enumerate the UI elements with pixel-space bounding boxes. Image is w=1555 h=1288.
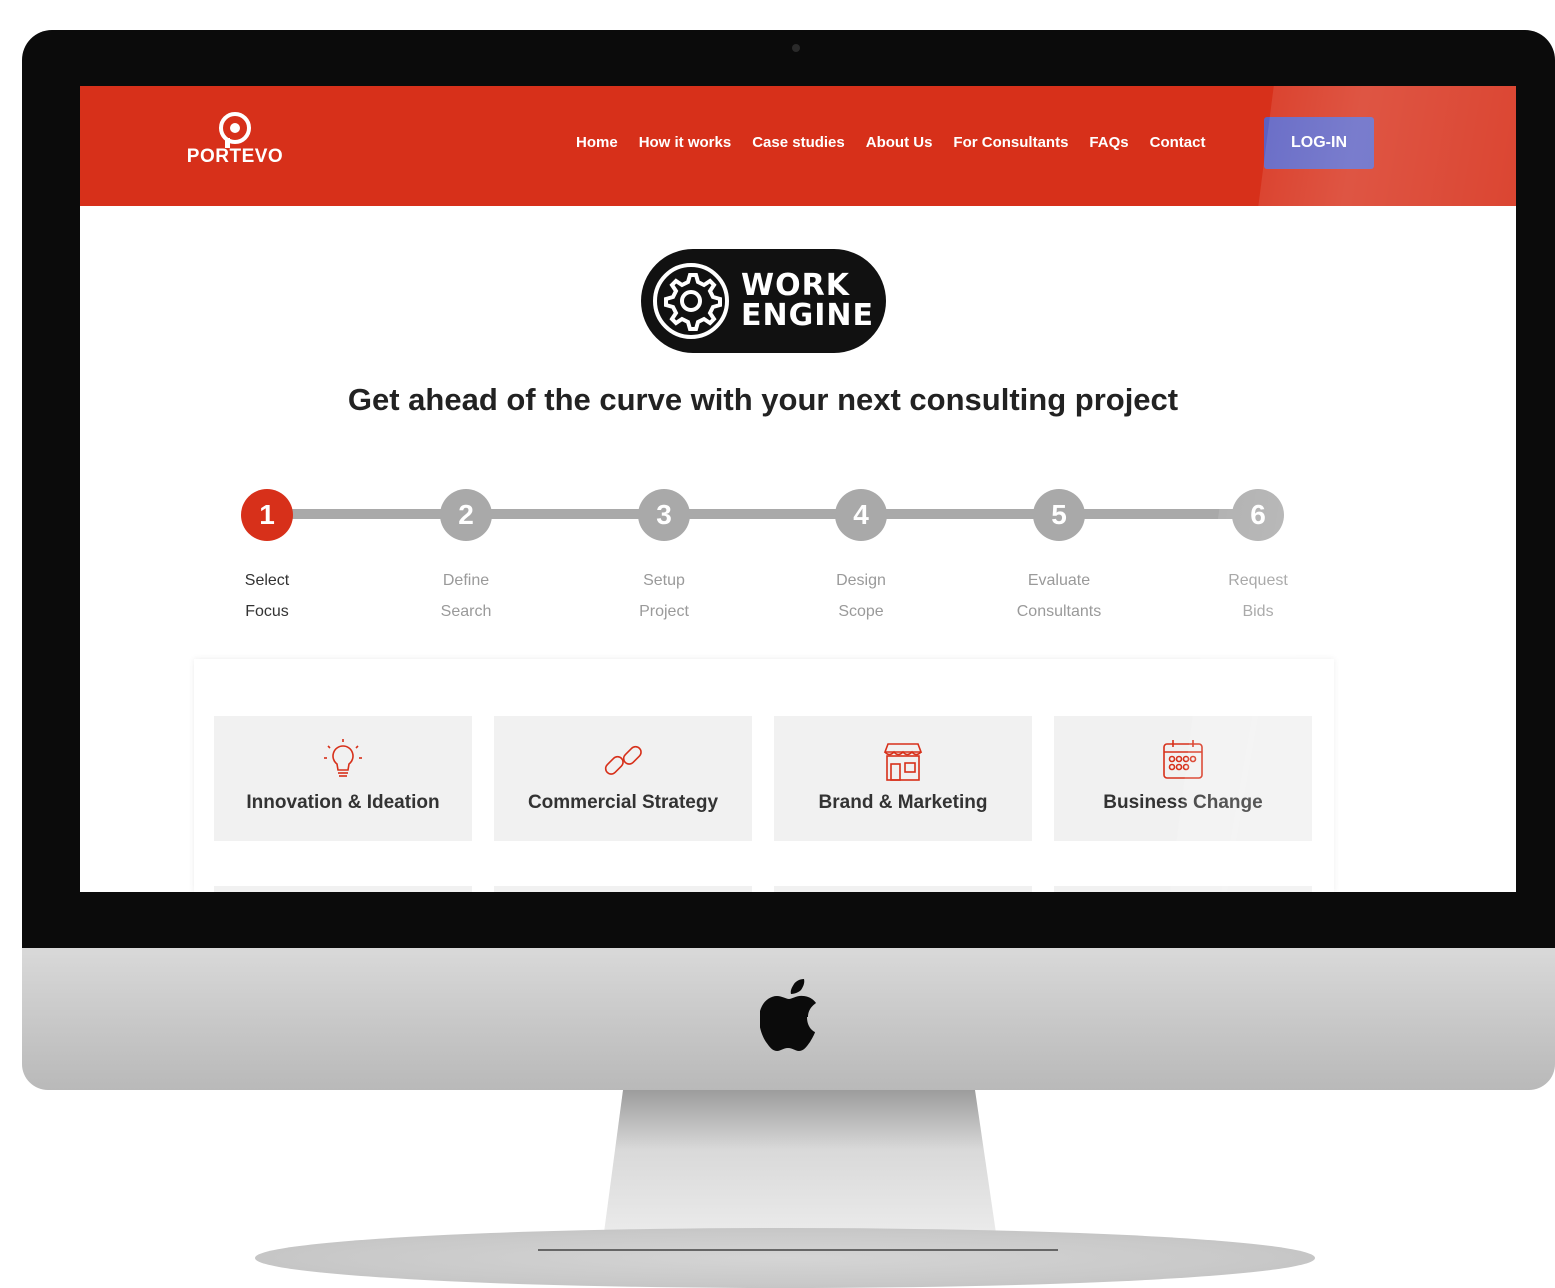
work-engine-line2: ENGINE: [741, 298, 874, 333]
step-5[interactable]: 5 Evaluate Consultants: [999, 489, 1119, 627]
brand-name: PORTEVO: [186, 146, 284, 167]
nav-about-us[interactable]: About Us: [866, 134, 933, 151]
step-1[interactable]: 1 Select Focus: [207, 489, 327, 627]
step-6[interactable]: 6 Request Bids: [1198, 489, 1318, 627]
step-label-line2: Focus: [245, 603, 289, 620]
card-row-peek: [494, 886, 752, 892]
focus-card-label: Business Change: [1103, 792, 1263, 813]
step-label-line2: Bids: [1242, 603, 1274, 620]
gear-icon: [653, 263, 729, 339]
chain-link-icon: [604, 745, 642, 775]
top-navbar: PORTEVO Home How it works Case studies A…: [80, 86, 1516, 206]
work-engine-title: WORK ENGINE: [741, 271, 874, 331]
page-headline: Get ahead of the curve with your next co…: [347, 382, 1179, 417]
focus-card-label: Innovation & Ideation: [246, 792, 440, 813]
step-label-line1: Select: [244, 572, 290, 589]
step-2[interactable]: 2 Define Search: [406, 489, 526, 627]
step-number: 6: [1232, 489, 1284, 541]
portevo-logo-icon: [219, 112, 251, 148]
focus-card-innovation[interactable]: Innovation & Ideation: [214, 716, 472, 841]
step-label-line1: Design: [836, 572, 886, 589]
card-row-peek: [774, 886, 1032, 892]
step-label-line2: Search: [440, 603, 492, 620]
step-label-line2: Consultants: [1016, 603, 1102, 620]
step-number: 1: [241, 489, 293, 541]
login-button[interactable]: LOG-IN: [1264, 117, 1374, 169]
step-label-line1: Request: [1228, 572, 1288, 589]
step-label-line1: Define: [442, 572, 490, 589]
focus-card-commercial[interactable]: Commercial Strategy: [494, 716, 752, 841]
step-4[interactable]: 4 Design Scope: [801, 489, 921, 627]
lightbulb-icon: [324, 739, 362, 777]
apple-logo-icon: [760, 979, 816, 1051]
step-label: Setup Project: [604, 565, 724, 627]
card-row-peek: [1054, 886, 1312, 892]
nav-home[interactable]: Home: [576, 134, 618, 151]
step-label: Define Search: [406, 565, 526, 627]
monitor-base: [255, 1228, 1315, 1288]
storefront-icon: [883, 743, 923, 781]
camera-icon: [792, 44, 800, 52]
step-label-line2: Scope: [838, 603, 884, 620]
step-3[interactable]: 3 Setup Project: [604, 489, 724, 627]
focus-card-business-change[interactable]: Business Change: [1054, 716, 1312, 841]
nav-faqs[interactable]: FAQs: [1089, 134, 1128, 151]
focus-card-label: Brand & Marketing: [818, 792, 988, 813]
step-label: Select Focus: [207, 565, 327, 627]
nav-how-it-works[interactable]: How it works: [639, 134, 732, 151]
step-label: Evaluate Consultants: [999, 565, 1119, 627]
portevo-logo[interactable]: PORTEVO: [180, 112, 290, 174]
step-number: 5: [1033, 489, 1085, 541]
focus-card-label: Commercial Strategy: [527, 792, 719, 813]
step-number: 4: [835, 489, 887, 541]
nav-case-studies[interactable]: Case studies: [752, 134, 845, 151]
card-row-peek: [214, 886, 472, 892]
step-label: Design Scope: [801, 565, 921, 627]
main-nav: Home How it works Case studies About Us …: [576, 134, 1226, 151]
calendar-icon: [1163, 740, 1203, 779]
work-engine-badge: WORK ENGINE: [641, 249, 886, 353]
step-number: 2: [440, 489, 492, 541]
step-number: 3: [638, 489, 690, 541]
focus-card-brand[interactable]: Brand & Marketing: [774, 716, 1032, 841]
nav-contact[interactable]: Contact: [1150, 134, 1206, 151]
step-label-line1: Evaluate: [1027, 572, 1091, 589]
monitor-base-edge: [538, 1249, 1058, 1251]
work-engine-line1: WORK: [741, 268, 850, 303]
step-label-line2: Project: [639, 603, 689, 620]
monitor-stand: [603, 1090, 997, 1240]
screen: PORTEVO Home How it works Case studies A…: [80, 86, 1516, 892]
nav-for-consultants[interactable]: For Consultants: [953, 134, 1068, 151]
step-label-line1: Setup: [643, 572, 685, 589]
step-label: Request Bids: [1198, 565, 1318, 627]
